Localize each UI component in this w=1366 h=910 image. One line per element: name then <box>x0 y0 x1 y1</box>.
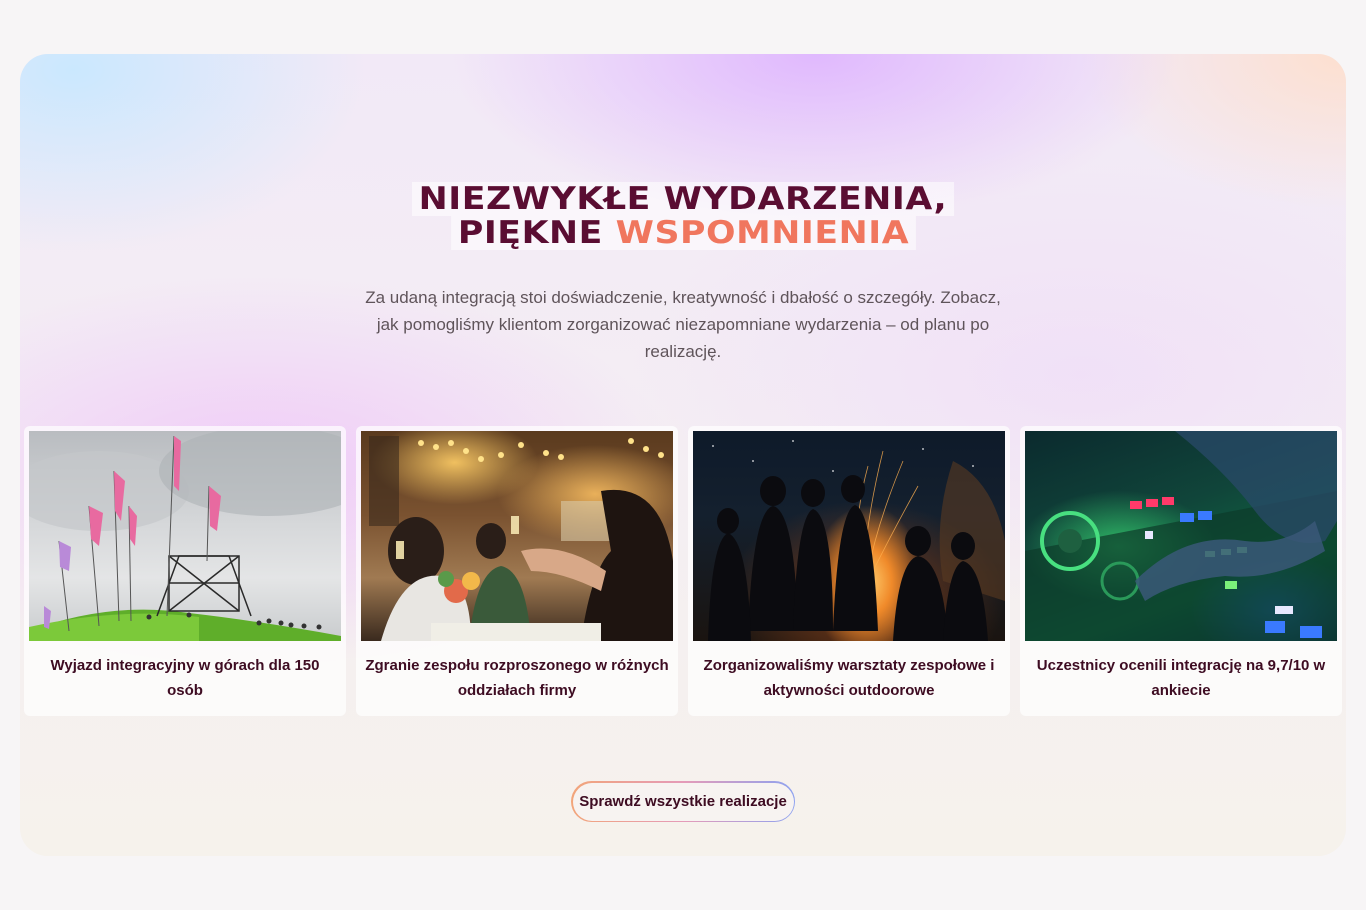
dj-console-illustration <box>1025 431 1337 641</box>
heading-plain: PIĘKNE <box>457 215 603 251</box>
section-heading: NIEZWYKŁE WYDARZENIA, PIĘKNE WSPOMNIENIA <box>20 182 1346 250</box>
card-image-dj-console[interactable] <box>1025 431 1337 641</box>
mountain-flags-illustration <box>29 431 341 641</box>
card-image-mountain-flags[interactable] <box>29 431 341 641</box>
see-all-realizations-button[interactable]: Sprawdź wszystkie realizacje <box>571 781 795 822</box>
case-study-cards: Wyjazd integracyjny w górach dla 150 osó… <box>24 426 1342 716</box>
team-dinner-illustration <box>369 436 673 641</box>
card-title[interactable]: Zgranie zespołu rozproszonego w różnych … <box>361 653 673 703</box>
cta-label[interactable]: Sprawdź wszystkie realizacje <box>572 782 794 821</box>
heading-line-2: PIĘKNE WSPOMNIENIA <box>450 215 916 251</box>
card-image-campfire[interactable] <box>693 431 1005 641</box>
section-lead: Za udaną integracją stoi doświadczenie, … <box>365 288 1001 361</box>
card-title[interactable]: Zorganizowaliśmy warsztaty zespołowe i a… <box>693 653 1005 703</box>
case-study-card[interactable]: Zgranie zespołu rozproszonego w różnych … <box>356 426 678 716</box>
heading-accent: WSPOMNIENIA <box>615 215 909 251</box>
case-study-card[interactable]: Uczestnicy ocenili integrację na 9,7/10 … <box>1020 426 1342 716</box>
card-title[interactable]: Wyjazd integracyjny w górach dla 150 osó… <box>29 653 341 703</box>
card-image-team-dinner[interactable] <box>361 431 673 641</box>
heading-line-1: NIEZWYKŁE WYDARZENIA, <box>412 182 954 216</box>
campfire-illustration <box>708 440 1005 641</box>
case-study-card[interactable]: Zorganizowaliśmy warsztaty zespołowe i a… <box>688 426 1010 716</box>
realizations-section: NIEZWYKŁE WYDARZENIA, PIĘKNE WSPOMNIENIA… <box>20 54 1346 856</box>
case-study-card[interactable]: Wyjazd integracyjny w górach dla 150 osó… <box>24 426 346 716</box>
card-title[interactable]: Uczestnicy ocenili integrację na 9,7/10 … <box>1025 653 1337 703</box>
